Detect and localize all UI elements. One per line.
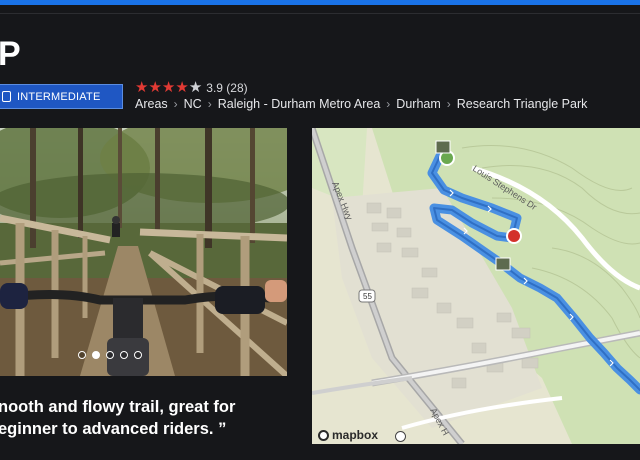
star-empty-icon: ★ <box>188 79 203 96</box>
breadcrumb-item-research-triangle-park[interactable]: Research Triangle Park <box>457 97 588 111</box>
rating-stars[interactable]: ★ ★ ★ ★ ★ 3.9 (28) <box>135 80 248 96</box>
trail-photo[interactable] <box>0 128 287 376</box>
star-filled-icon: ★ <box>135 79 149 96</box>
mapbox-logo[interactable]: mapbox <box>318 428 378 442</box>
star-filled-icon: ★ <box>175 79 189 96</box>
difficulty-square-icon <box>2 91 11 102</box>
breadcrumb-separator: › <box>446 97 451 111</box>
trail-photo-image <box>0 128 287 376</box>
star-filled-icon: ★ <box>161 79 176 96</box>
slide-dot[interactable] <box>134 351 142 359</box>
slide-dot-active[interactable] <box>92 351 100 359</box>
difficulty-label: INTERMEDIATE <box>17 90 101 103</box>
review-quote-line: eginner to advanced riders. ” <box>0 420 227 438</box>
mapbox-logo-icon <box>318 429 329 441</box>
breadcrumb: Areas › NC › Raleigh - Durham Metro Area… <box>135 97 587 111</box>
rating-text: 3.9 (28) <box>206 81 248 95</box>
star-filled-icon: ★ <box>148 79 162 96</box>
breadcrumb-separator: › <box>207 97 212 111</box>
mapbox-logo-text: mapbox <box>332 428 379 442</box>
breadcrumb-item-nc[interactable]: NC <box>184 97 202 111</box>
slideshow-dots <box>78 351 142 359</box>
header-divider <box>0 13 640 14</box>
slide-dot[interactable] <box>78 351 86 359</box>
map-info-icon[interactable] <box>395 431 406 442</box>
breadcrumb-separator: › <box>173 97 178 111</box>
map-road-shield-label: 55 <box>363 292 372 301</box>
trail-map-canvas: Apex Hwy Louis Stephens Dr 55 Apex H <box>312 128 640 444</box>
breadcrumb-item-metro-area[interactable]: Raleigh - Durham Metro Area <box>218 97 381 111</box>
top-accent-bar <box>0 0 640 5</box>
breadcrumb-item-durham[interactable]: Durham <box>396 97 440 111</box>
difficulty-badge[interactable]: INTERMEDIATE <box>0 84 123 109</box>
review-quote-line: nooth and flowy trail, great for <box>0 398 236 416</box>
trail-map[interactable]: Apex Hwy Louis Stephens Dr 55 Apex H <box>312 128 640 444</box>
page-title: P <box>0 35 21 73</box>
review-quote: nooth and flowy trail, great for eginner… <box>0 396 235 440</box>
slide-dot[interactable] <box>120 351 128 359</box>
slide-dot[interactable] <box>106 351 114 359</box>
breadcrumb-separator: › <box>386 97 391 111</box>
breadcrumb-item-areas[interactable]: Areas <box>135 97 168 111</box>
